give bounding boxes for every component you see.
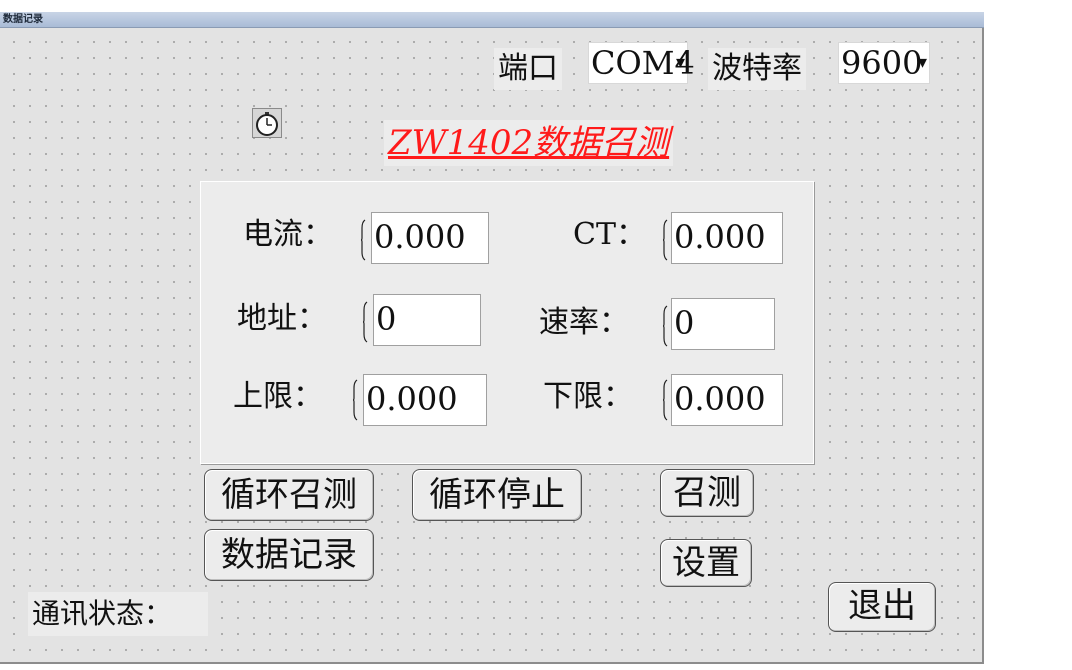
upper-limit-field[interactable]: 0.000	[363, 374, 487, 426]
exit-button[interactable]: 退出	[828, 582, 936, 632]
address-field[interactable]: 0	[373, 294, 481, 346]
upper-limit-spinner[interactable]	[353, 378, 361, 422]
lower-limit-label: 下限：	[543, 379, 633, 414]
parameter-panel: 电流： 0.000 CT： 0.000 地址： 0 速率： 0 上限： 0.00…	[200, 181, 814, 464]
port-label: 端口	[494, 48, 562, 90]
current-field[interactable]: 0.000	[371, 212, 489, 264]
cycle-stop-button[interactable]: 循环停止	[412, 469, 582, 521]
lower-limit-spinner[interactable]	[663, 378, 671, 422]
address-spinner[interactable]	[363, 300, 371, 344]
port-select[interactable]: COM4 ▾	[588, 42, 695, 84]
baud-label: 波特率	[708, 48, 806, 90]
address-label: 地址：	[237, 301, 327, 336]
rate-field[interactable]: 0	[671, 298, 775, 350]
chevron-down-icon[interactable]: ▾	[676, 43, 685, 83]
page-title: ZW1402数据召测	[384, 120, 674, 166]
ct-spinner[interactable]	[663, 218, 671, 262]
settings-button[interactable]: 设置	[660, 539, 752, 587]
baud-select-value: 9600	[841, 44, 923, 82]
current-spinner[interactable]	[361, 218, 369, 262]
ct-label: CT：	[573, 217, 646, 252]
chevron-down-icon[interactable]: ▾	[918, 43, 927, 83]
current-label: 电流：	[243, 217, 333, 252]
cycle-poll-button[interactable]: 循环召测	[204, 469, 374, 521]
status-label: 通讯状态：	[28, 592, 208, 636]
rate-label: 速率：	[539, 305, 629, 340]
stopwatch-icon	[252, 108, 282, 138]
upper-limit-label: 上限：	[233, 379, 323, 414]
app-window: 数据记录 端口 COM4 ▾ 波特率 9600 ▾ ZW1402数据召测 电流：…	[0, 12, 984, 664]
data-record-button[interactable]: 数据记录	[204, 529, 374, 581]
ct-field[interactable]: 0.000	[671, 212, 783, 264]
rate-spinner[interactable]	[663, 304, 671, 348]
lower-limit-field[interactable]: 0.000	[671, 374, 783, 426]
window-title: 数据记录	[0, 12, 984, 28]
poll-button[interactable]: 召测	[660, 469, 754, 517]
baud-select[interactable]: 9600 ▾	[838, 42, 930, 84]
